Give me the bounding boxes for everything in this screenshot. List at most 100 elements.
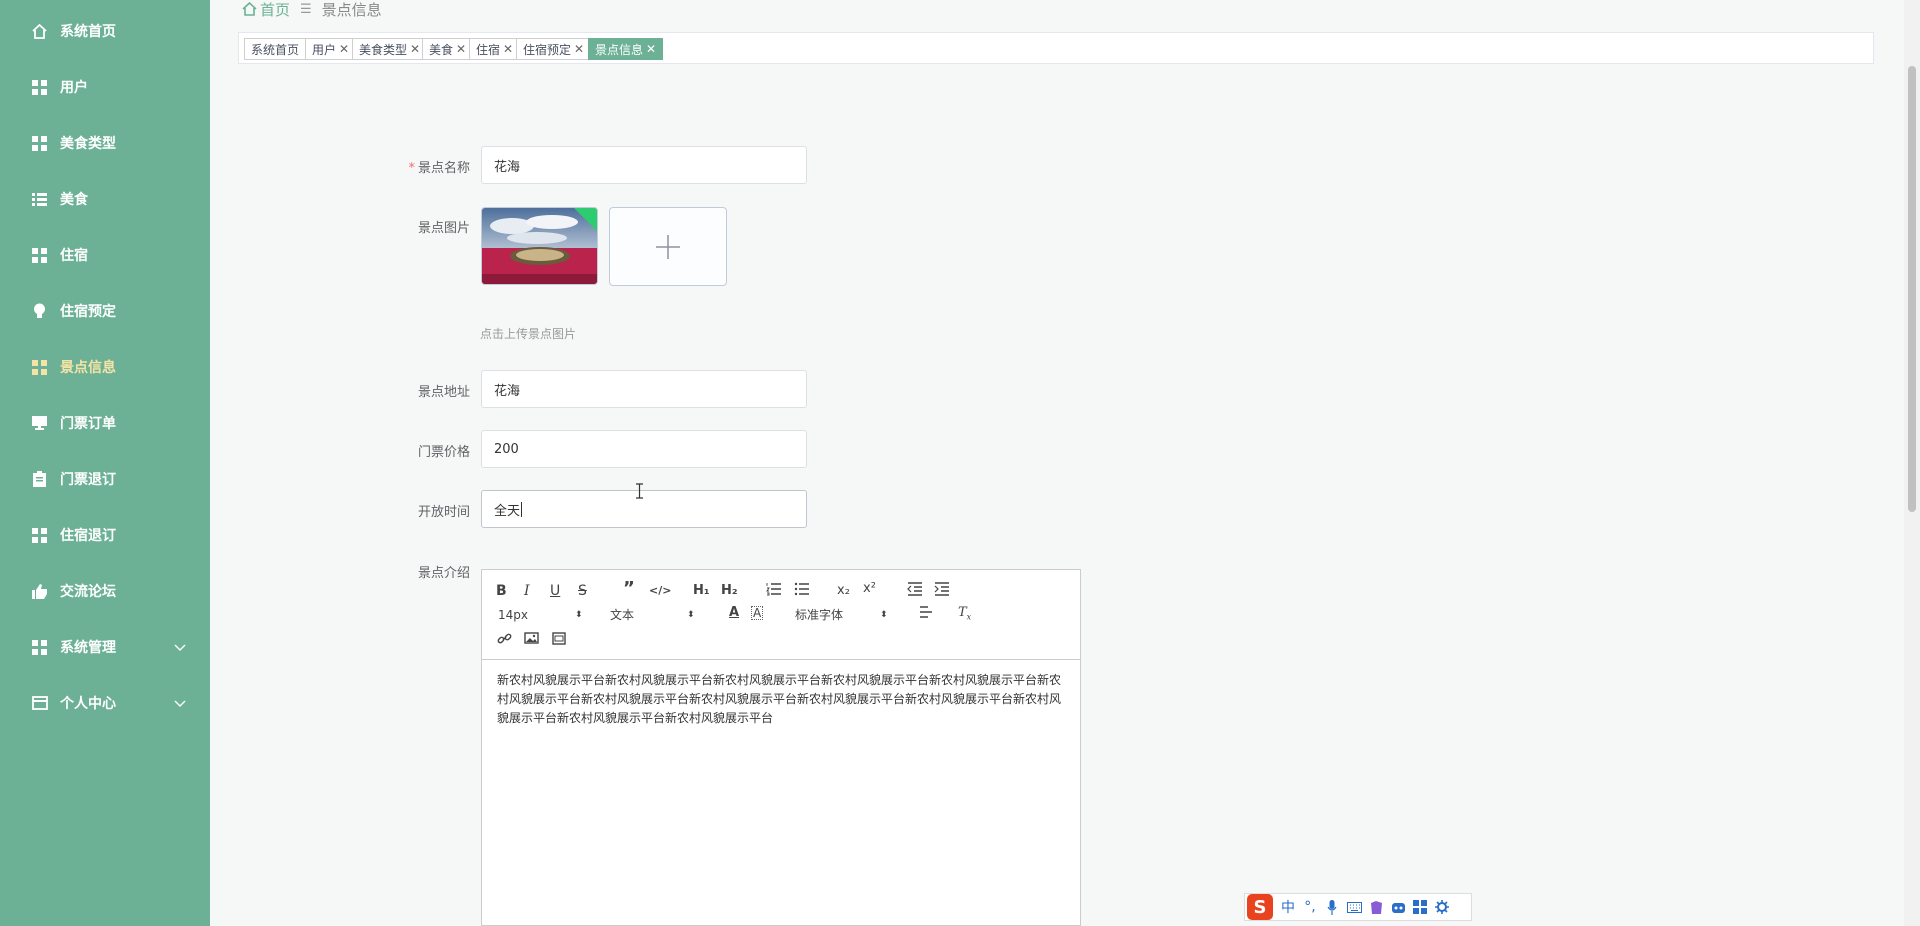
robot-icon[interactable]	[1387, 896, 1409, 918]
grid-icon	[31, 359, 48, 376]
skin-icon[interactable]	[1365, 896, 1387, 918]
field-label-address: 景点地址	[350, 381, 470, 400]
ticket-price-input[interactable]: 200	[481, 430, 807, 468]
superscript-icon[interactable]: x²	[863, 581, 876, 597]
sidebar-item-label: 景点信息	[60, 360, 116, 376]
select-arrows-icon: ⬍	[575, 610, 583, 620]
sidebar-item-food[interactable]: 美食	[0, 171, 210, 227]
close-icon[interactable]: ✕	[456, 42, 466, 56]
scenic-name-input[interactable]: 花海	[481, 146, 807, 184]
sidebar-item-lodging[interactable]: 住宿	[0, 227, 210, 283]
input-value: 花海	[494, 159, 521, 175]
clipboard-icon	[31, 471, 48, 488]
breadcrumb-separator: ☰	[300, 1, 312, 17]
tag-scenic-info[interactable]: 景点信息 ✕	[588, 38, 664, 60]
sidebar-item-label: 系统管理	[60, 640, 116, 656]
field-label-text: 景点介绍	[417, 566, 470, 581]
blockquote-icon[interactable]: ”	[623, 580, 635, 598]
strike-icon[interactable]: S	[578, 583, 587, 599]
grid-icon	[31, 135, 48, 152]
thumbs-up-icon	[31, 583, 48, 600]
subscript-icon[interactable]: x₂	[837, 583, 850, 599]
sidebar-item-ticket-refund[interactable]: 门票退订	[0, 451, 210, 507]
sidebar-item-label: 门票订单	[60, 416, 116, 432]
outdent-icon[interactable]	[907, 582, 923, 600]
grid-icon	[31, 247, 48, 264]
bulb-icon	[31, 303, 48, 320]
tag-lodging-booking[interactable]: 住宿预定 ✕	[516, 38, 592, 60]
ime-mode[interactable]: 中	[1277, 896, 1299, 918]
breadcrumb-home[interactable]: 首页	[260, 0, 290, 20]
tag-food-type[interactable]: 美食类型 ✕	[352, 38, 428, 60]
sidebar-item-label: 个人中心	[60, 696, 116, 712]
sidebar-item-food-type[interactable]: 美食类型	[0, 115, 210, 171]
apps-icon[interactable]	[1409, 896, 1431, 918]
tag-home[interactable]: 系统首页	[244, 38, 307, 60]
select-value: 文本	[610, 608, 635, 622]
close-icon[interactable]: ✕	[339, 42, 349, 56]
font-size-select[interactable]: 14px	[498, 607, 528, 623]
text-caret	[521, 501, 523, 517]
ime-punctuation[interactable]: °,	[1299, 896, 1321, 918]
header2-icon[interactable]: H₂	[721, 583, 738, 599]
bullet-list-icon[interactable]	[794, 582, 810, 600]
home-icon	[31, 23, 48, 40]
clean-format-icon[interactable]: Tx	[958, 605, 971, 626]
italic-icon[interactable]: I	[524, 583, 530, 599]
editor-content[interactable]: 新农村风貌展示平台新农村风貌展示平台新农村风貌展示平台新农村风貌展示平台新农村风…	[497, 671, 1069, 728]
sidebar-item-personal-center[interactable]: 个人中心	[0, 675, 210, 731]
tag-label: 用户	[312, 42, 337, 57]
close-icon[interactable]: ✕	[574, 42, 584, 56]
font-family-select[interactable]: 标准字体	[795, 607, 843, 623]
underline-icon[interactable]: U	[550, 583, 560, 599]
image-icon[interactable]	[524, 632, 539, 648]
link-icon[interactable]	[497, 631, 512, 650]
main-content: 首页 ☰ 景点信息 系统首页 用户 ✕ 美食类型 ✕ 美食 ✕ 住宿 ✕ 住宿预定 ✕ 景…	[210, 0, 1904, 926]
image-upload-button[interactable]	[609, 207, 727, 286]
sidebar-item-home[interactable]: 系统首页	[0, 3, 210, 59]
scenic-address-input[interactable]: 花海	[481, 370, 807, 408]
align-icon[interactable]	[919, 606, 933, 623]
opening-hours-input[interactable]: 全天	[481, 490, 807, 528]
tag-food[interactable]: 美食 ✕	[422, 38, 474, 60]
microphone-icon[interactable]	[1321, 896, 1343, 918]
field-label-text: 景点图片	[417, 221, 470, 236]
settings-icon[interactable]	[1431, 896, 1453, 918]
header1-icon[interactable]: H₁	[693, 583, 710, 599]
input-value: 200	[494, 441, 519, 457]
sidebar-item-label: 住宿预定	[60, 304, 116, 320]
sidebar-item-users[interactable]: 用户	[0, 59, 210, 115]
code-block-icon[interactable]: </>	[649, 583, 671, 599]
sidebar-item-lodging-booking[interactable]: 住宿预定	[0, 283, 210, 339]
close-icon[interactable]: ✕	[503, 42, 513, 56]
header-select[interactable]: 文本	[610, 607, 634, 623]
video-icon[interactable]	[552, 632, 566, 649]
chevron-down-icon	[174, 640, 188, 654]
sidebar-item-ticket-orders[interactable]: 门票订单	[0, 395, 210, 451]
close-icon[interactable]: ✕	[410, 42, 420, 56]
tag-users[interactable]: 用户 ✕	[305, 38, 357, 60]
rich-text-editor[interactable]: B I U S ” </> H₁ H₂ x₂ x² 14px ⬍ 文本 ⬍ A …	[481, 569, 1081, 926]
sidebar-item-forum[interactable]: 交流论坛	[0, 563, 210, 619]
close-icon[interactable]: ✕	[646, 42, 656, 56]
page-scrollbar[interactable]	[1904, 0, 1920, 926]
scenic-image-thumbnail[interactable]	[481, 207, 598, 285]
keyboard-icon[interactable]	[1343, 896, 1365, 918]
scrollbar-thumb[interactable]	[1908, 66, 1916, 512]
font-color-icon[interactable]: A	[729, 605, 739, 621]
bold-icon[interactable]: B	[496, 583, 507, 599]
background-color-icon[interactable]: A	[751, 606, 764, 620]
input-value: 全天	[494, 503, 521, 519]
sidebar-item-lodging-refund[interactable]: 住宿退订	[0, 507, 210, 563]
select-value: 14px	[498, 608, 528, 622]
plus-icon	[656, 234, 680, 259]
editor-toolbar: B I U S ” </> H₁ H₂ x₂ x² 14px ⬍ 文本 ⬍ A …	[482, 570, 1080, 660]
field-label-hours: 开放时间	[350, 501, 470, 520]
sogou-logo-icon[interactable]: S	[1247, 894, 1273, 920]
sidebar-item-scenic-info[interactable]: 景点信息	[0, 339, 210, 395]
sidebar-item-system-admin[interactable]: 系统管理	[0, 619, 210, 675]
tag-lodging[interactable]: 住宿 ✕	[469, 38, 521, 60]
ordered-list-icon[interactable]	[766, 582, 782, 600]
field-label-intro: 景点介绍	[350, 562, 470, 581]
indent-icon[interactable]	[934, 582, 950, 600]
